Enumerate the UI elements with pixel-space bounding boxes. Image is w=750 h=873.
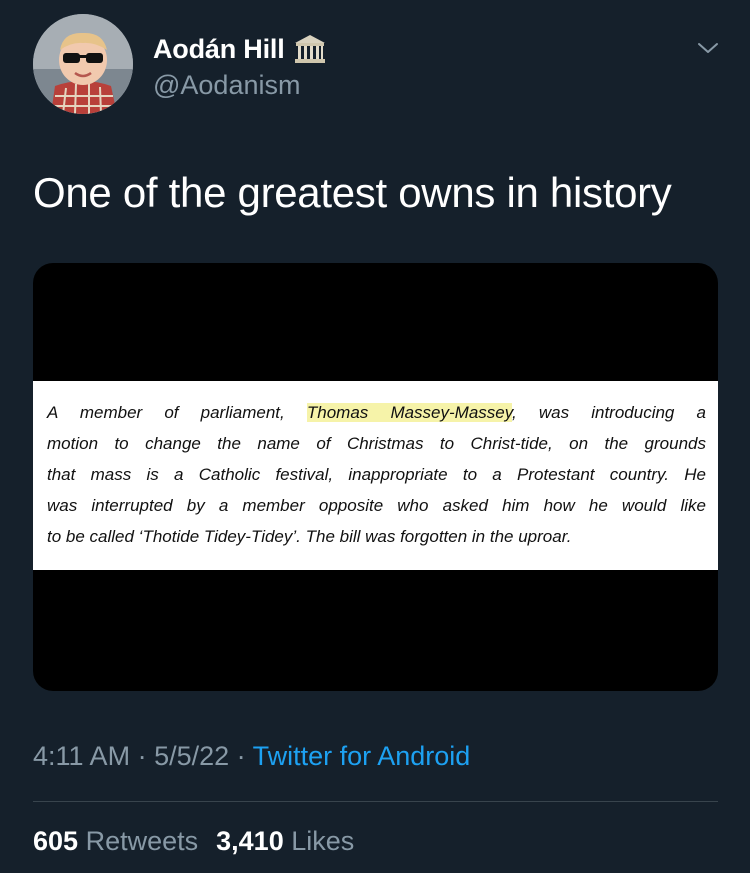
user-handle[interactable]: @Aodanism — [153, 70, 300, 101]
tweet-time[interactable]: 4:11 AM — [33, 741, 130, 771]
clipping-line: motion to change the name of Christmas t… — [47, 434, 706, 453]
chevron-down-icon[interactable] — [696, 36, 720, 60]
display-name[interactable]: Aodán Hill — [153, 34, 285, 65]
display-name-row[interactable]: Aodán Hill — [153, 33, 327, 65]
tweet: Aodán Hill @Aodanism One of the greatest… — [0, 0, 750, 873]
avatar[interactable] — [33, 14, 133, 114]
highlighted-name: Thomas Massey-Massey — [306, 403, 512, 422]
retweets-stat[interactable]: 605 Retweets — [33, 826, 198, 856]
clipping-line: to be called ‘Thotide Tidey-Tidey’. The … — [47, 527, 572, 546]
tweet-text: One of the greatest owns in history — [33, 169, 672, 216]
media-image[interactable]: A member of parliament, Thomas Massey-Ma… — [33, 263, 718, 691]
classical-building-icon — [294, 35, 325, 63]
avatar-image — [33, 14, 133, 114]
clipping-line: A member of parliament, Thomas Massey-Ma… — [47, 403, 706, 422]
tweet-date[interactable]: 5/5/22 — [154, 741, 229, 771]
tweet-metadata: 4:11 AM · 5/5/22 · Twitter for Android — [33, 741, 471, 771]
divider — [33, 801, 718, 802]
clipping-line: that mass is a Catholic festival, inappr… — [47, 465, 706, 484]
clipping-line: was interrupted by a member opposite who… — [47, 496, 706, 515]
book-clipping: A member of parliament, Thomas Massey-Ma… — [33, 381, 718, 570]
tweet-source-link[interactable]: Twitter for Android — [253, 741, 471, 771]
engagement-stats: 605 Retweets 3,410 Likes — [33, 826, 354, 857]
likes-stat[interactable]: 3,410 Likes — [216, 826, 354, 856]
